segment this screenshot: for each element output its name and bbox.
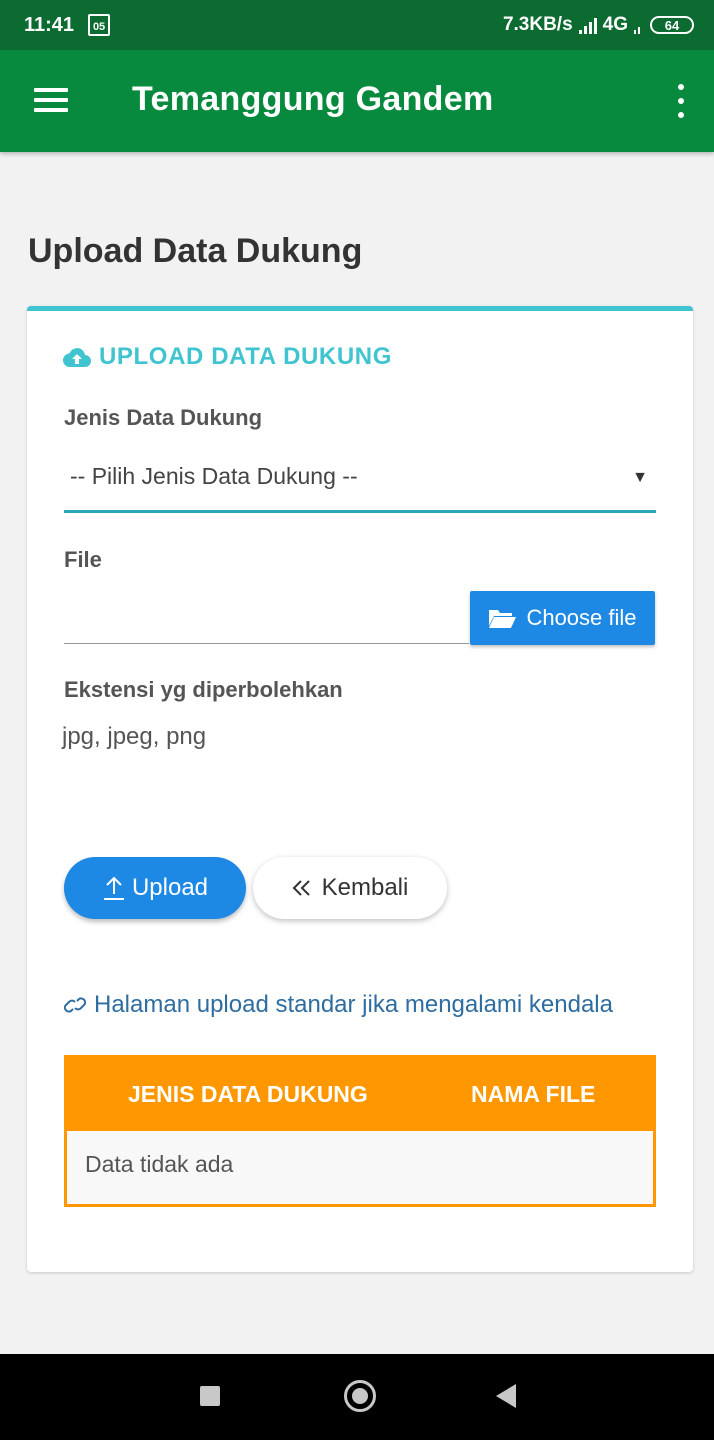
standard-upload-link-label: Halaman upload standar jika mengalami ke… (94, 991, 613, 1018)
back-button[interactable]: Kembali (253, 857, 447, 919)
extension-values: jpg, jpeg, png (62, 723, 207, 750)
table-header: JENIS DATA DUKUNG NAMA FILE (64, 1055, 656, 1131)
column-header-jenis: JENIS DATA DUKUNG (128, 1081, 368, 1107)
file-label: File (64, 547, 102, 572)
page-title: Upload Data Dukung (28, 232, 363, 270)
recent-apps-icon[interactable] (200, 1386, 220, 1406)
app-bar: Temanggung Gandem (0, 50, 714, 152)
column-header-nama-file: NAMA FILE (471, 1081, 596, 1107)
card-header: UPLOAD DATA DUKUNG (63, 343, 392, 371)
status-right: 7.3KB/s 4G 64 (503, 14, 694, 36)
signal-icon (578, 16, 597, 34)
table-empty-text: Data tidak ada (85, 1151, 234, 1177)
jenis-label: Jenis Data Dukung (64, 405, 263, 430)
jenis-select[interactable]: -- Pilih Jenis Data Dukung -- ▼ (64, 455, 656, 513)
signal-small-icon (634, 16, 640, 34)
net-speed: 7.3KB/s (502, 14, 573, 35)
extension-label: Ekstensi yg diperbolehkan (64, 677, 343, 702)
choose-file-label: Choose file (526, 605, 637, 630)
card-header-label: UPLOAD DATA DUKUNG (99, 343, 392, 370)
upload-card: UPLOAD DATA DUKUNG Jenis Data Dukung -- … (27, 306, 693, 1272)
hamburger-icon[interactable] (34, 88, 68, 112)
caret-down-icon: ▼ (632, 469, 648, 486)
battery-icon: 64 (650, 16, 694, 34)
table-empty-row: Data tidak ada (64, 1131, 656, 1207)
kebab-icon[interactable] (676, 84, 686, 118)
sim-icon: 05 (88, 14, 111, 36)
back-triangle-icon[interactable] (496, 1384, 516, 1408)
home-icon[interactable] (344, 1380, 376, 1412)
sim-label: 05 (92, 21, 106, 33)
jenis-select-value: -- Pilih Jenis Data Dukung -- (70, 463, 358, 489)
upload-button[interactable]: Upload (64, 857, 246, 919)
standard-upload-link[interactable]: Halaman upload standar jika mengalami ke… (64, 991, 613, 1019)
navigation-bar (0, 1354, 714, 1440)
upload-label: Upload (131, 874, 209, 901)
file-input[interactable] (64, 643, 469, 644)
status-bar: 11:41 05 7.3KB/s 4G 64 (0, 0, 714, 50)
data-table: JENIS DATA DUKUNG NAMA FILE Data tidak a… (64, 1055, 656, 1207)
upload-arrow-icon (103, 876, 124, 900)
battery-level: 64 (664, 17, 680, 33)
folder-open-icon (489, 610, 517, 628)
link-icon (64, 997, 86, 1013)
cloud-upload-icon (63, 348, 91, 367)
back-label: Kembali (321, 874, 409, 901)
status-left: 11:41 05 (24, 13, 111, 37)
network-type: 4G (602, 14, 628, 35)
status-time: 11:41 (24, 13, 75, 36)
choose-file-button[interactable]: Choose file (470, 591, 655, 645)
app-title: Temanggung Gandem (132, 80, 494, 118)
double-chevron-left-icon (292, 880, 310, 896)
